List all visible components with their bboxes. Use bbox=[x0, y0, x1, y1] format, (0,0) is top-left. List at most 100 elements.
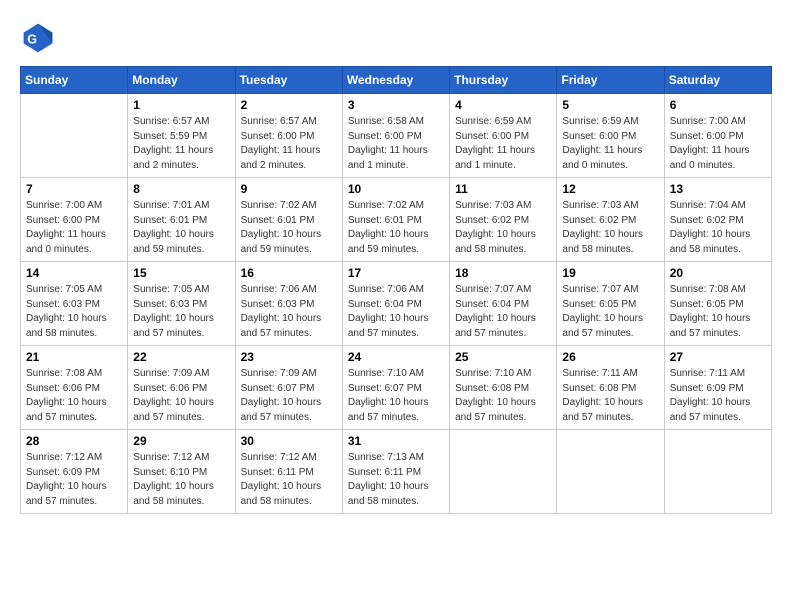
day-info: Sunrise: 7:00 AM Sunset: 6:00 PM Dayligh… bbox=[26, 199, 122, 257]
calendar-week-row: 28 Sunrise: 7:12 AM Sunset: 6:09 PM Dayli… bbox=[21, 430, 772, 514]
day-info: Sunrise: 7:02 AM Sunset: 6:01 PM Dayligh… bbox=[348, 199, 444, 257]
calendar-cell bbox=[450, 430, 557, 514]
calendar-cell: 30 Sunrise: 7:12 AM Sunset: 6:11 PM Dayli… bbox=[235, 430, 342, 514]
day-number: 10 bbox=[348, 182, 444, 196]
day-number: 30 bbox=[241, 434, 337, 448]
day-number: 29 bbox=[133, 434, 229, 448]
calendar-cell: 6Sunrise: 7:00 AM Sunset: 6:00 PM Daylig… bbox=[664, 94, 771, 178]
calendar-cell: 27Sunrise: 7:11 AM Sunset: 6:09 PM Dayli… bbox=[664, 346, 771, 430]
day-number: 14 bbox=[26, 266, 122, 280]
calendar-cell: 26 Sunrise: 7:11 AM Sunset: 6:08 PM Dayli… bbox=[557, 346, 664, 430]
calendar-cell bbox=[664, 430, 771, 514]
calendar-cell: 28 Sunrise: 7:12 AM Sunset: 6:09 PM Dayli… bbox=[21, 430, 128, 514]
day-number: 2 bbox=[241, 98, 337, 112]
calendar-cell: 3 Sunrise: 6:58 AM Sunset: 6:00 PM Daylig… bbox=[342, 94, 449, 178]
day-info: Sunrise: 7:04 AM Sunset: 6:02 PM Dayligh… bbox=[670, 199, 766, 257]
calendar-week-row: 21Sunrise: 7:08 AM Sunset: 6:06 PM Dayli… bbox=[21, 346, 772, 430]
calendar-cell: 11 Sunrise: 7:03 AM Sunset: 6:02 PM Dayli… bbox=[450, 178, 557, 262]
calendar-cell: 16 Sunrise: 7:06 AM Sunset: 6:03 PM Dayli… bbox=[235, 262, 342, 346]
calendar-cell: 18 Sunrise: 7:07 AM Sunset: 6:04 PM Dayli… bbox=[450, 262, 557, 346]
calendar-cell: 14 Sunrise: 7:05 AM Sunset: 6:03 PM Dayli… bbox=[21, 262, 128, 346]
day-number: 25 bbox=[455, 350, 551, 364]
day-info: Sunrise: 7:12 AM Sunset: 6:09 PM Dayligh… bbox=[26, 451, 122, 509]
day-info: Sunrise: 7:07 AM Sunset: 6:05 PM Dayligh… bbox=[562, 283, 658, 341]
column-header-sunday: Sunday bbox=[21, 67, 128, 94]
column-header-friday: Friday bbox=[557, 67, 664, 94]
day-info: Sunrise: 6:57 AM Sunset: 6:00 PM Dayligh… bbox=[241, 115, 337, 173]
calendar-cell bbox=[557, 430, 664, 514]
calendar-week-row: 1Sunrise: 6:57 AM Sunset: 5:59 PM Daylig… bbox=[21, 94, 772, 178]
calendar-cell: 8 Sunrise: 7:01 AM Sunset: 6:01 PM Daylig… bbox=[128, 178, 235, 262]
calendar-cell: 5Sunrise: 6:59 AM Sunset: 6:00 PM Daylig… bbox=[557, 94, 664, 178]
day-info: Sunrise: 7:05 AM Sunset: 6:03 PM Dayligh… bbox=[133, 283, 229, 341]
day-info: Sunrise: 7:06 AM Sunset: 6:03 PM Dayligh… bbox=[241, 283, 337, 341]
calendar-cell: 2 Sunrise: 6:57 AM Sunset: 6:00 PM Daylig… bbox=[235, 94, 342, 178]
logo-icon: G bbox=[20, 20, 56, 56]
day-info: Sunrise: 7:02 AM Sunset: 6:01 PM Dayligh… bbox=[241, 199, 337, 257]
day-info: Sunrise: 7:11 AM Sunset: 6:08 PM Dayligh… bbox=[562, 367, 658, 425]
day-info: Sunrise: 7:09 AM Sunset: 6:07 PM Dayligh… bbox=[241, 367, 337, 425]
calendar-cell: 20Sunrise: 7:08 AM Sunset: 6:05 PM Dayli… bbox=[664, 262, 771, 346]
calendar-cell: 13 Sunrise: 7:04 AM Sunset: 6:02 PM Dayli… bbox=[664, 178, 771, 262]
day-number: 8 bbox=[133, 182, 229, 196]
calendar-table: SundayMondayTuesdayWednesdayThursdayFrid… bbox=[20, 66, 772, 514]
calendar-cell: 10 Sunrise: 7:02 AM Sunset: 6:01 PM Dayli… bbox=[342, 178, 449, 262]
day-info: Sunrise: 7:03 AM Sunset: 6:02 PM Dayligh… bbox=[562, 199, 658, 257]
day-info: Sunrise: 7:06 AM Sunset: 6:04 PM Dayligh… bbox=[348, 283, 444, 341]
day-number: 4 bbox=[455, 98, 551, 112]
column-header-tuesday: Tuesday bbox=[235, 67, 342, 94]
day-info: Sunrise: 7:03 AM Sunset: 6:02 PM Dayligh… bbox=[455, 199, 551, 257]
column-header-thursday: Thursday bbox=[450, 67, 557, 94]
calendar-cell: 9 Sunrise: 7:02 AM Sunset: 6:01 PM Daylig… bbox=[235, 178, 342, 262]
day-number: 22 bbox=[133, 350, 229, 364]
day-info: Sunrise: 7:05 AM Sunset: 6:03 PM Dayligh… bbox=[26, 283, 122, 341]
day-number: 9 bbox=[241, 182, 337, 196]
day-number: 11 bbox=[455, 182, 551, 196]
day-number: 12 bbox=[562, 182, 658, 196]
day-info: Sunrise: 7:07 AM Sunset: 6:04 PM Dayligh… bbox=[455, 283, 551, 341]
day-number: 3 bbox=[348, 98, 444, 112]
day-number: 7 bbox=[26, 182, 122, 196]
calendar-week-row: 14 Sunrise: 7:05 AM Sunset: 6:03 PM Dayli… bbox=[21, 262, 772, 346]
day-info: Sunrise: 7:08 AM Sunset: 6:05 PM Dayligh… bbox=[670, 283, 766, 341]
calendar-cell: 22 Sunrise: 7:09 AM Sunset: 6:06 PM Dayli… bbox=[128, 346, 235, 430]
column-header-wednesday: Wednesday bbox=[342, 67, 449, 94]
day-number: 26 bbox=[562, 350, 658, 364]
day-number: 24 bbox=[348, 350, 444, 364]
calendar-cell: 31 Sunrise: 7:13 AM Sunset: 6:11 PM Dayli… bbox=[342, 430, 449, 514]
day-info: Sunrise: 7:09 AM Sunset: 6:06 PM Dayligh… bbox=[133, 367, 229, 425]
day-info: Sunrise: 6:58 AM Sunset: 6:00 PM Dayligh… bbox=[348, 115, 444, 173]
day-number: 28 bbox=[26, 434, 122, 448]
calendar-cell: 12 Sunrise: 7:03 AM Sunset: 6:02 PM Dayli… bbox=[557, 178, 664, 262]
calendar-cell: 15Sunrise: 7:05 AM Sunset: 6:03 PM Dayli… bbox=[128, 262, 235, 346]
day-info: Sunrise: 7:00 AM Sunset: 6:00 PM Dayligh… bbox=[670, 115, 766, 173]
column-header-monday: Monday bbox=[128, 67, 235, 94]
day-info: Sunrise: 7:01 AM Sunset: 6:01 PM Dayligh… bbox=[133, 199, 229, 257]
calendar-cell: 19 Sunrise: 7:07 AM Sunset: 6:05 PM Dayli… bbox=[557, 262, 664, 346]
calendar-header-row: SundayMondayTuesdayWednesdayThursdayFrid… bbox=[21, 67, 772, 94]
day-info: Sunrise: 6:59 AM Sunset: 6:00 PM Dayligh… bbox=[455, 115, 551, 173]
page-header: G bbox=[20, 20, 772, 56]
calendar-cell: 24Sunrise: 7:10 AM Sunset: 6:07 PM Dayli… bbox=[342, 346, 449, 430]
day-number: 16 bbox=[241, 266, 337, 280]
svg-text:G: G bbox=[27, 32, 37, 46]
day-info: Sunrise: 7:10 AM Sunset: 6:08 PM Dayligh… bbox=[455, 367, 551, 425]
day-number: 13 bbox=[670, 182, 766, 196]
calendar-cell: 7 Sunrise: 7:00 AM Sunset: 6:00 PM Daylig… bbox=[21, 178, 128, 262]
day-info: Sunrise: 7:13 AM Sunset: 6:11 PM Dayligh… bbox=[348, 451, 444, 509]
day-number: 27 bbox=[670, 350, 766, 364]
column-header-saturday: Saturday bbox=[664, 67, 771, 94]
day-number: 23 bbox=[241, 350, 337, 364]
calendar-cell: 23 Sunrise: 7:09 AM Sunset: 6:07 PM Dayli… bbox=[235, 346, 342, 430]
day-number: 21 bbox=[26, 350, 122, 364]
day-number: 19 bbox=[562, 266, 658, 280]
day-number: 17 bbox=[348, 266, 444, 280]
day-number: 1 bbox=[133, 98, 229, 112]
day-info: Sunrise: 6:59 AM Sunset: 6:00 PM Dayligh… bbox=[562, 115, 658, 173]
calendar-cell bbox=[21, 94, 128, 178]
calendar-cell: 21Sunrise: 7:08 AM Sunset: 6:06 PM Dayli… bbox=[21, 346, 128, 430]
day-number: 31 bbox=[348, 434, 444, 448]
day-info: Sunrise: 7:12 AM Sunset: 6:11 PM Dayligh… bbox=[241, 451, 337, 509]
day-number: 18 bbox=[455, 266, 551, 280]
logo: G bbox=[20, 20, 62, 56]
